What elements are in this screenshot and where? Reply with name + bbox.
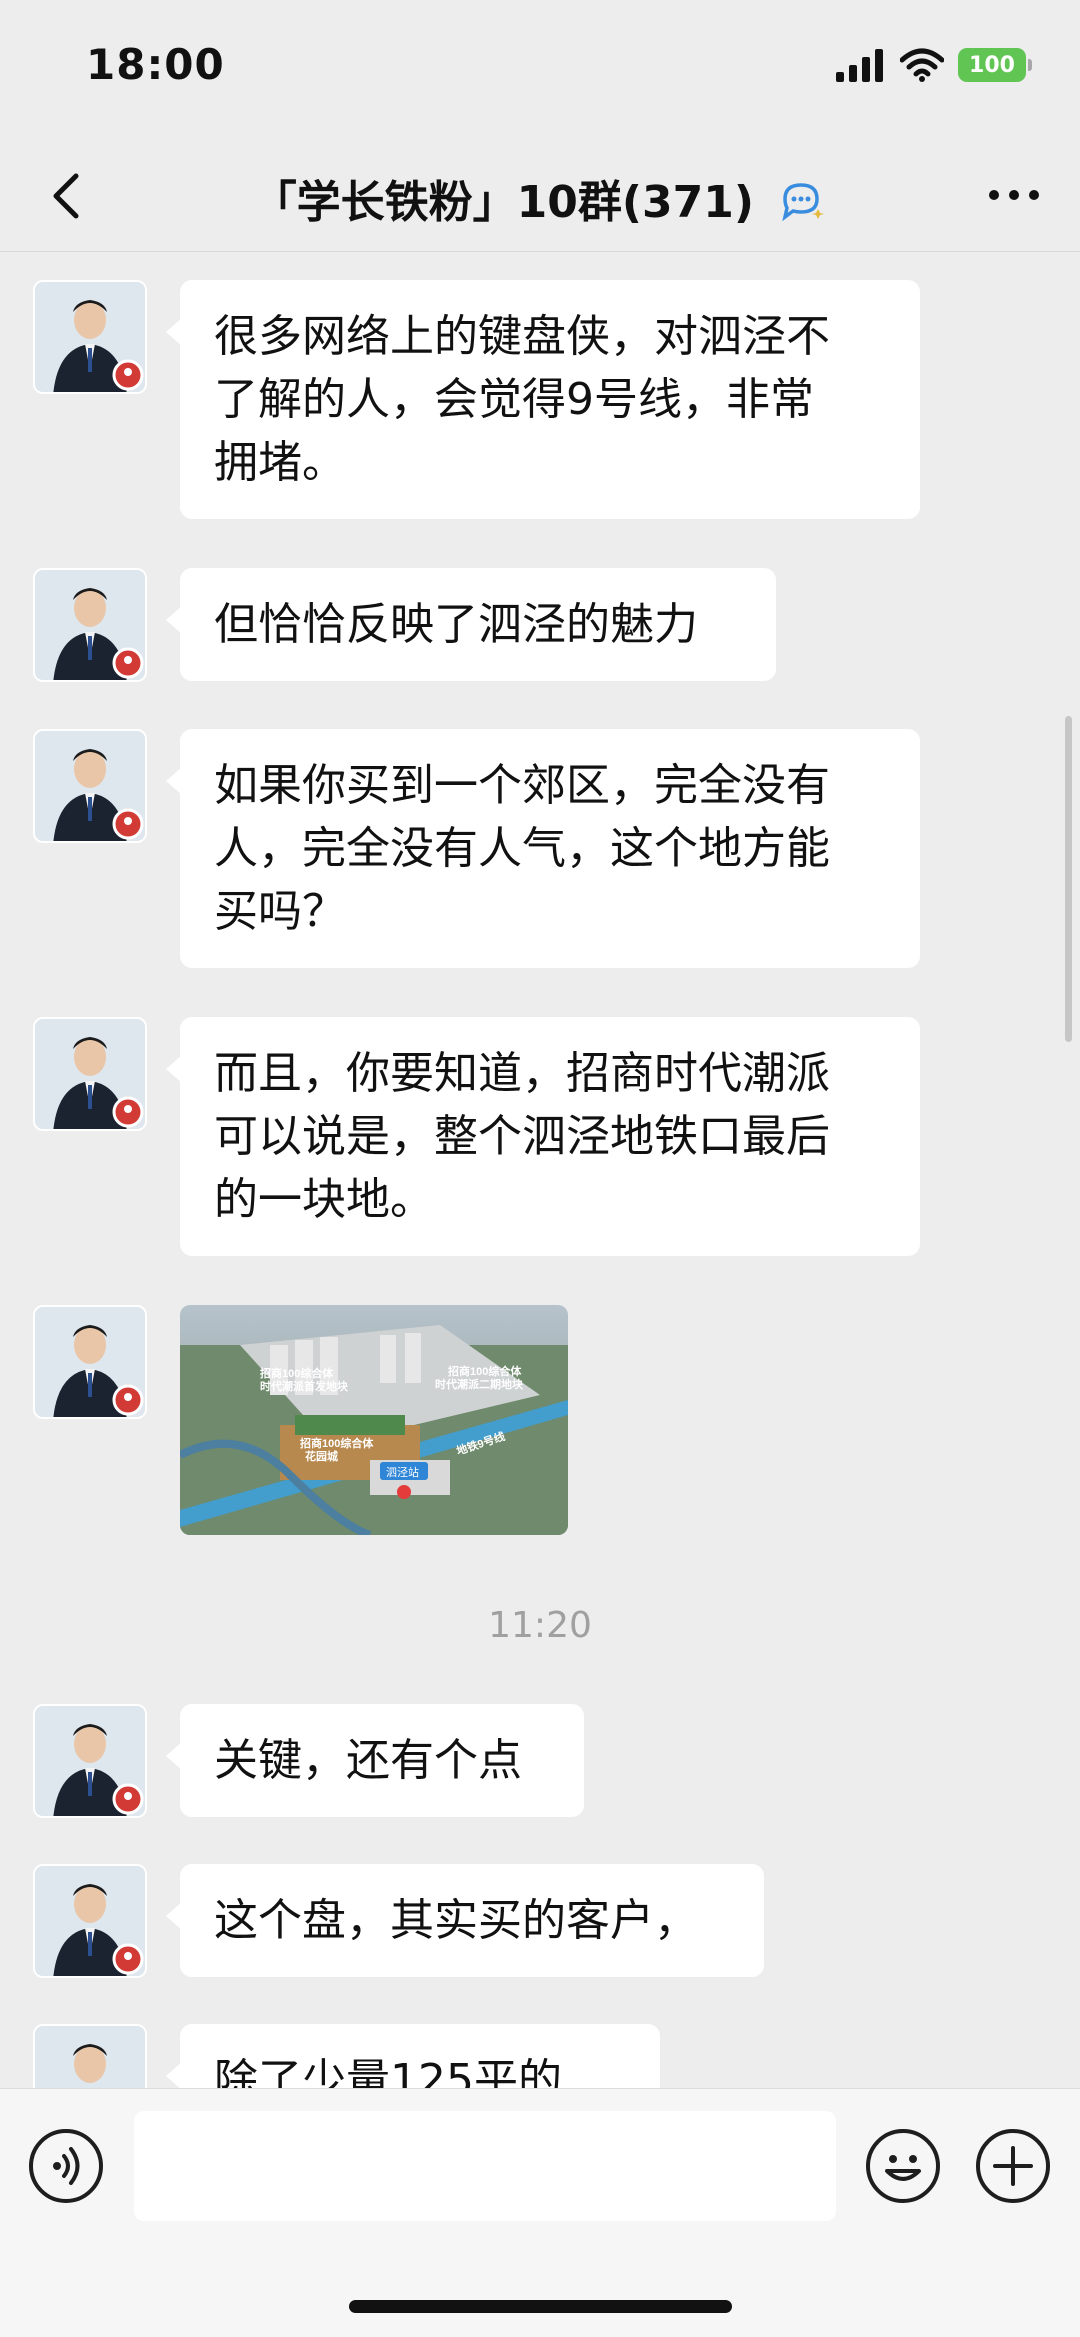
message-input[interactable] [134, 2111, 836, 2221]
message-bubble[interactable]: 但恰恰反映了泗泾的魅力 [166, 568, 776, 681]
map-label: 花园城 [305, 1449, 338, 1463]
station-label: 泗泾站 [386, 1465, 419, 1479]
sender-avatar[interactable] [33, 1864, 147, 1978]
map-label: 时代潮派二期地块 [435, 1377, 524, 1391]
voice-button[interactable] [29, 2129, 103, 2203]
sender-avatar[interactable] [33, 568, 147, 682]
message-text: 很多网络上的键盘侠，对泗泾不 了解的人，会觉得9号线，非常 拥堵。 [214, 311, 830, 488]
map-label: 时代潮派首发地块 [260, 1379, 349, 1393]
message-text: 关键，还有个点 [214, 1735, 522, 1786]
more-options-icon[interactable] [984, 170, 1044, 220]
person-avatar-icon [35, 282, 145, 392]
map-label: 招商100综合体 [300, 1436, 374, 1450]
sender-avatar[interactable] [33, 1704, 147, 1818]
status-bar: 18:00 100 [0, 0, 1080, 140]
aerial-map-image: 招商100综合体 时代潮派首发地块 招商100综合体 时代潮派二期地块 招商10… [180, 1305, 568, 1535]
message-bubble[interactable]: 这个盘，其实买的客户， [166, 1864, 764, 1977]
chat-title: 「学长铁粉」10群(371) [0, 166, 1080, 230]
sender-avatar[interactable] [33, 280, 147, 394]
map-label: 招商100综合体 [260, 1366, 334, 1380]
person-avatar-icon [35, 731, 145, 841]
message-text: 而且，你要知道，招商时代潮派 可以说是，整个泗泾地铁口最后 的一块地。 [214, 1048, 830, 1225]
image-message[interactable]: 招商100综合体 时代潮派首发地块 招商100综合体 时代潮派二期地块 招商10… [180, 1305, 568, 1535]
chat-header: 「学长铁粉」10群(371) [0, 140, 1080, 252]
message-text: 如果你买到一个郊区，完全没有 人，完全没有人气，这个地方能 买吗？ [214, 760, 830, 937]
person-avatar-icon [35, 570, 145, 680]
map-label: 招商100综合体 [448, 1364, 522, 1378]
person-avatar-icon [35, 1019, 145, 1129]
add-button[interactable] [976, 2129, 1050, 2203]
sender-avatar[interactable] [33, 1017, 147, 1131]
sender-avatar[interactable] [33, 2024, 147, 2088]
person-avatar-icon [35, 1866, 145, 1976]
battery-level: 100 [969, 52, 1015, 78]
message-bubble[interactable]: 除了少量125平的 [166, 2024, 660, 2088]
sender-avatar[interactable] [33, 729, 147, 843]
person-avatar-icon [35, 2026, 145, 2088]
battery-indicator: 100 [958, 48, 1032, 82]
wifi-icon [900, 48, 944, 82]
smiley-icon [885, 2155, 921, 2181]
message-bubble[interactable]: 很多网络上的键盘侠，对泗泾不 了解的人，会觉得9号线，非常 拥堵。 [166, 280, 920, 519]
chat-bubble-icon[interactable] [777, 179, 827, 223]
plus-icon [993, 2146, 1033, 2186]
status-icons: 100 [836, 48, 1032, 82]
message-bubble[interactable]: 而且，你要知道，招商时代潮派 可以说是，整个泗泾地铁口最后 的一块地。 [166, 1017, 920, 1256]
time-separator: 11:20 [488, 1605, 592, 1646]
message-bubble[interactable]: 关键，还有个点 [166, 1704, 584, 1817]
message-text: 但恰恰反映了泗泾的魅力 [214, 599, 698, 650]
message-bubble[interactable]: 如果你买到一个郊区，完全没有 人，完全没有人气，这个地方能 买吗？ [166, 729, 920, 968]
signal-icon [836, 49, 883, 82]
sender-avatar[interactable] [33, 1305, 147, 1419]
home-indicator[interactable] [349, 2300, 732, 2313]
message-text: 这个盘，其实买的客户， [214, 1895, 698, 1946]
person-avatar-icon [35, 1706, 145, 1816]
voice-icon [53, 2147, 80, 2185]
message-text: 除了少量125平的 [214, 2055, 562, 2088]
emoji-button[interactable] [866, 2129, 940, 2203]
chat-title-text: 「学长铁粉」10群(371) [252, 177, 754, 228]
message-row: 除了少量125平的 [0, 2024, 1080, 2088]
status-time: 18:00 [86, 40, 225, 89]
person-avatar-icon [35, 1307, 145, 1417]
scrollbar[interactable] [1065, 716, 1072, 1042]
